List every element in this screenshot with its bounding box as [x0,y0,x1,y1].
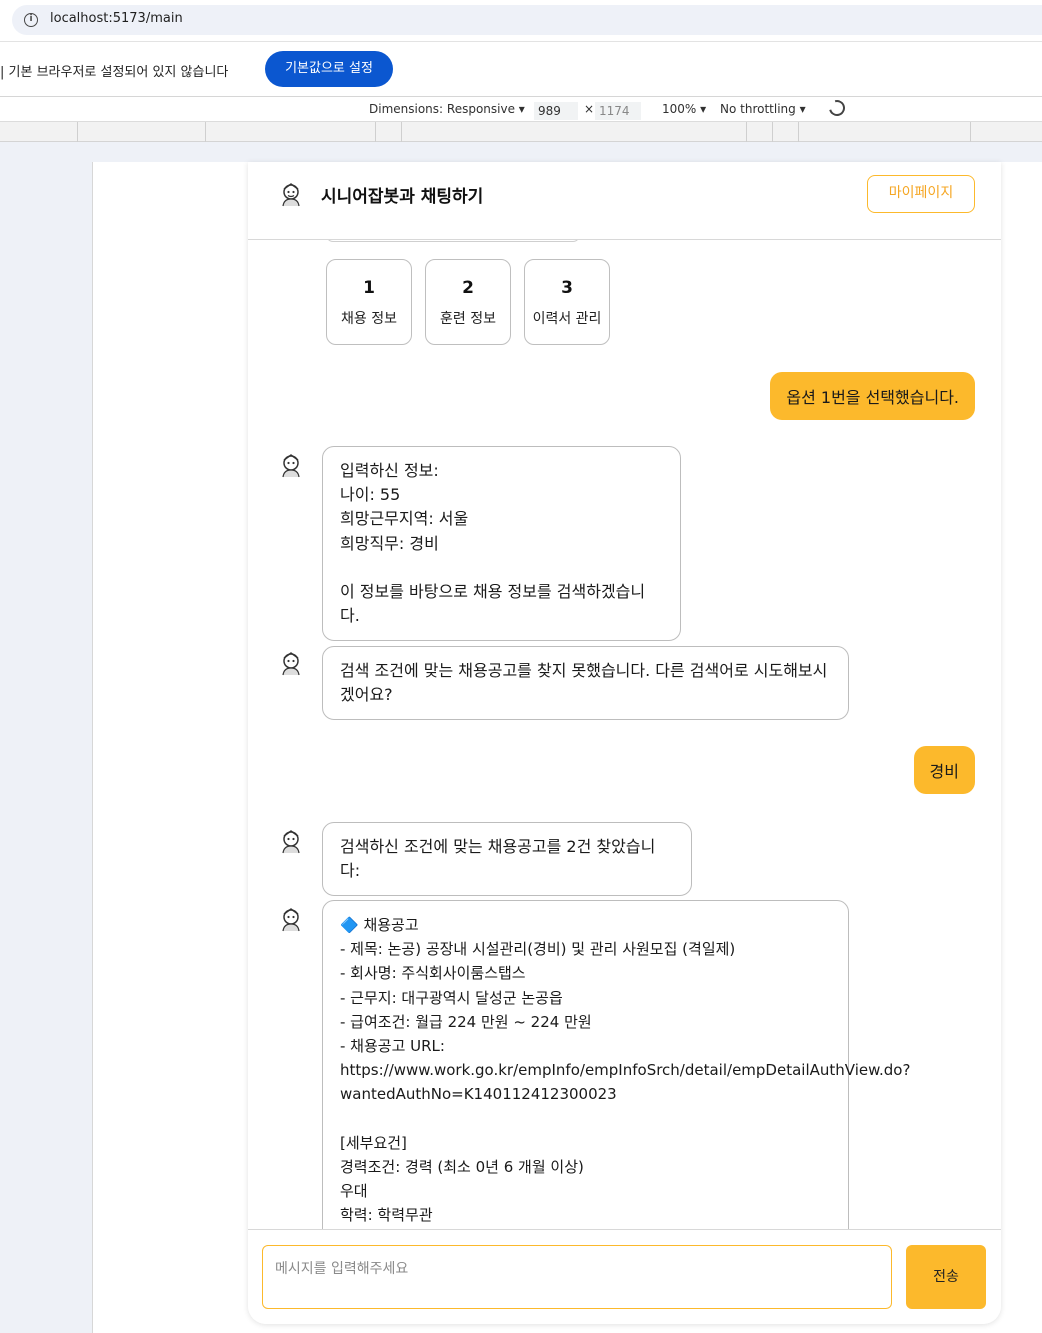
url-text[interactable]: localhost:5173/main [50,11,183,26]
infobar-message: | 기본 브라우저로 설정되어 있지 않습니다 [0,65,229,80]
user-message: 경비 [913,746,975,794]
user-message: 옵션 1번을 선택했습니다. [770,372,975,420]
address-bar: i localhost:5173/main [0,0,1042,42]
height-input[interactable]: 1174 [595,102,641,120]
site-info-icon[interactable]: i [24,13,38,27]
option-label: 훈련 정보 [440,311,496,327]
device-toolbar: Dimensions: Responsive ▾ 989 × 1174 100%… [0,97,1042,122]
bot-avatar-icon [282,454,300,478]
option-button-2[interactable]: 2 훈련 정보 [425,259,511,345]
message-list[interactable]: 1 채용 정보 2 훈련 정보 3 이력서 관리 옵션 1번을 선택했습니다. … [248,240,1001,1229]
rotate-icon[interactable] [826,97,848,119]
throttling-dropdown[interactable]: No throttling ▾ [720,102,806,116]
previous-message-bubble [326,240,580,242]
option-button-1[interactable]: 1 채용 정보 [326,259,412,345]
chat-header: 시니어잡봇과 채팅하기 마이페이지 [248,162,1001,240]
option-button-3[interactable]: 3 이력서 관리 [524,259,610,345]
send-button[interactable]: 전송 [906,1245,986,1309]
dimensions-dropdown[interactable]: Dimensions: Responsive ▾ [369,102,525,116]
zoom-dropdown[interactable]: 100% ▾ [662,102,706,116]
bot-logo-icon [282,183,300,207]
set-default-button[interactable]: 기본값으로 설정 [265,51,393,87]
mypage-button[interactable]: 마이페이지 [867,175,975,213]
bot-message: 입력하신 정보: 나이: 55 희망근무지역: 서울 희망직무: 경비 이 정보… [322,446,681,642]
chat-title: 시니어잡봇과 채팅하기 [321,187,484,207]
bot-avatar-icon [282,652,300,676]
bot-message: 검색 조건에 맞는 채용공고를 찾지 못했습니다. 다른 검색어로 시도해보시 … [322,646,849,721]
width-input[interactable]: 989 [534,102,578,120]
message-input-area: 전송 [248,1229,1001,1324]
bot-avatar-icon [282,830,300,854]
bot-message: 검색하신 조건에 맞는 채용공고를 2건 찾았습니다: [322,822,692,897]
option-number: 2 [462,278,474,298]
default-browser-infobar: | 기본 브라우저로 설정되어 있지 않습니다 기본값으로 설정 [0,42,1042,97]
url-field[interactable]: i localhost:5173/main [12,5,1042,35]
option-number: 3 [561,278,573,298]
bot-avatar-icon [282,908,300,932]
message-input[interactable] [262,1245,892,1309]
job-posting-message[interactable]: 🔷 채용공고 - 제목: 논공) 공장내 시설관리(경비) 및 관리 사원모집 … [322,900,910,1229]
chat-card: 시니어잡봇과 채팅하기 마이페이지 1 채용 정보 2 훈련 정보 3 이력서 … [248,162,1001,1324]
option-label: 채용 정보 [341,311,397,327]
times-sign: × [584,102,595,116]
option-number: 1 [363,278,375,298]
option-label: 이력서 관리 [532,311,602,327]
media-query-ruler [0,122,1042,142]
